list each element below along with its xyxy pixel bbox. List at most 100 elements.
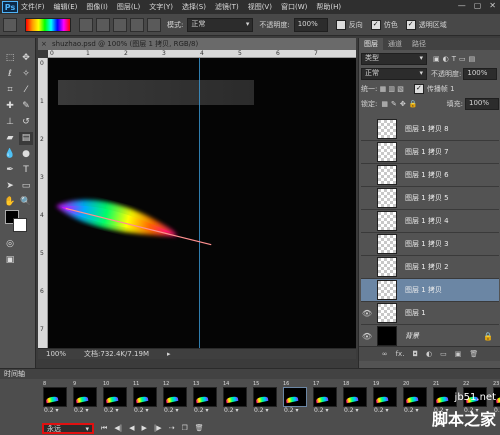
frame-delay[interactable]: 0.2 ▾ bbox=[224, 407, 238, 414]
timeline-frame[interactable]: 19 0.2 ▾ bbox=[372, 381, 397, 415]
pen-tool-icon[interactable]: ✒ bbox=[3, 164, 17, 177]
frame-delay[interactable]: 0.2 ▾ bbox=[404, 407, 418, 414]
loop-select[interactable]: 永远 ▾ bbox=[42, 422, 94, 434]
quick-mask-icon[interactable]: ◎ bbox=[3, 238, 17, 251]
zoom-level[interactable]: 100% bbox=[46, 349, 66, 359]
timeline-frame[interactable]: 16 0.2 ▾ bbox=[282, 381, 307, 415]
blend-mode-select[interactable]: 正常 ▾ bbox=[361, 68, 427, 80]
lock-icons[interactable]: ▦✎✥🔒 bbox=[381, 100, 420, 108]
duplicate-frame-icon[interactable]: ❐ bbox=[181, 424, 187, 432]
timeline-frame[interactable]: 20 0.2 ▾ bbox=[402, 381, 427, 415]
screen-mode-icon[interactable]: ▣ bbox=[3, 254, 17, 267]
tab-paths[interactable]: 路径 bbox=[407, 38, 431, 50]
frame-delay[interactable]: 0.2 ▾ bbox=[284, 407, 298, 414]
menu-select[interactable]: 选择(S) bbox=[182, 2, 206, 12]
first-frame-icon[interactable]: ⏮ bbox=[101, 424, 107, 433]
crop-tool-icon[interactable]: ⌗ bbox=[3, 84, 17, 97]
type-tool-icon[interactable]: T bbox=[19, 164, 33, 177]
ruler-horizontal[interactable]: 0 1 2 3 4 5 6 7 bbox=[48, 50, 356, 58]
minimize-button[interactable]: — bbox=[458, 1, 466, 10]
marquee-tool-icon[interactable]: ⬚ bbox=[3, 52, 17, 65]
add-mask-icon[interactable]: ◘ bbox=[412, 350, 418, 358]
menu-file[interactable]: 文件(F) bbox=[21, 2, 45, 12]
layer-row-background[interactable]: 👁 背景 🔒 bbox=[361, 325, 499, 348]
frame-delay[interactable]: 0.2 ▾ bbox=[104, 407, 118, 414]
layer-style-icon[interactable]: fx. bbox=[396, 350, 405, 358]
blur-tool-icon[interactable]: 💧 bbox=[3, 148, 17, 161]
radial-gradient-button[interactable] bbox=[96, 17, 110, 32]
ruler-vertical[interactable]: 0 1 2 3 4 5 6 7 bbox=[38, 58, 48, 348]
maximize-button[interactable]: ▢ bbox=[474, 1, 482, 10]
delete-frame-icon[interactable]: 🗑 bbox=[195, 424, 204, 432]
layer-row[interactable]: 图层 1 拷贝 7 bbox=[361, 141, 499, 164]
frame-delay[interactable]: 0.2 ▾ bbox=[134, 407, 148, 414]
document-tab[interactable]: × shuzhao.psd @ 100% (图层 1 拷贝, RGB/8) bbox=[38, 38, 356, 50]
layer-row[interactable]: 图层 1 拷贝 6 bbox=[361, 164, 499, 187]
brush-tool-icon[interactable]: ✎ bbox=[19, 100, 33, 113]
move-tool-icon[interactable]: ✥ bbox=[19, 52, 33, 65]
frame-delay[interactable]: 0.2 ▾ bbox=[344, 407, 358, 414]
frame-delay[interactable]: 0.2 ▾ bbox=[44, 407, 58, 414]
play-reverse-icon[interactable]: ◀ bbox=[129, 424, 134, 432]
frame-delay[interactable]: 0.2 ▾ bbox=[164, 407, 178, 414]
hand-tool-icon[interactable]: ✋ bbox=[3, 196, 17, 209]
magic-wand-tool-icon[interactable]: ✧ bbox=[19, 68, 33, 81]
transparency-checkbox[interactable]: ✓ bbox=[405, 19, 416, 30]
filter-icons[interactable]: ▣◐T▭▤ bbox=[433, 55, 478, 63]
healing-brush-tool-icon[interactable]: ✚ bbox=[3, 100, 17, 113]
menu-filter[interactable]: 滤镜(T) bbox=[215, 2, 239, 12]
linear-gradient-button[interactable] bbox=[79, 17, 93, 32]
layer-opacity-field[interactable]: 100% bbox=[463, 68, 498, 80]
menu-layer[interactable]: 图层(L) bbox=[117, 2, 140, 12]
eyedropper-tool-icon[interactable]: ⁄ bbox=[19, 84, 33, 97]
rectangle-tool-icon[interactable]: ▭ bbox=[19, 180, 33, 193]
frame-delay[interactable]: 0.2 ▾ bbox=[254, 407, 268, 414]
opacity-field[interactable]: 100% bbox=[293, 17, 328, 32]
timeline-frame[interactable]: 17 0.2 ▾ bbox=[312, 381, 337, 415]
visibility-eye-icon[interactable]: 👁 bbox=[361, 332, 373, 341]
close-tab-icon[interactable]: × bbox=[41, 38, 47, 50]
layer-row[interactable]: 图层 1 拷贝 2 bbox=[361, 256, 499, 279]
next-frame-icon[interactable]: |▶ bbox=[154, 424, 162, 432]
angle-gradient-button[interactable] bbox=[113, 17, 127, 32]
frame-delay[interactable]: 0.2 ▾ bbox=[194, 407, 208, 414]
clone-stamp-tool-icon[interactable]: ⊥ bbox=[3, 116, 17, 129]
menu-help[interactable]: 帮助(H) bbox=[316, 2, 341, 12]
timeline-frame[interactable]: 14 0.2 ▾ bbox=[222, 381, 247, 415]
timeline-frame[interactable]: 13 0.2 ▾ bbox=[192, 381, 217, 415]
layer-row[interactable]: 图层 1 拷贝 4 bbox=[361, 210, 499, 233]
timeline-title[interactable]: 时间轴 bbox=[0, 369, 500, 379]
unify-icons[interactable]: 统一: ▦ ▥ ▧ bbox=[361, 84, 404, 94]
adjustment-layer-icon[interactable]: ◐ bbox=[426, 350, 432, 358]
layer-row[interactable]: 图层 1 拷贝 3 bbox=[361, 233, 499, 256]
menu-edit[interactable]: 编辑(E) bbox=[54, 2, 78, 12]
play-icon[interactable]: ▶ bbox=[141, 424, 146, 432]
timeline-frame[interactable]: 9 0.2 ▾ bbox=[72, 381, 97, 415]
visibility-eye-icon[interactable]: 👁 bbox=[361, 309, 373, 318]
menu-window[interactable]: 窗口(W) bbox=[281, 2, 307, 12]
timeline-frame[interactable]: 11 0.2 ▾ bbox=[132, 381, 157, 415]
layer-row[interactable]: 图层 1 拷贝 8 bbox=[361, 118, 499, 141]
trash-icon[interactable]: 🗑 bbox=[469, 350, 478, 358]
link-layers-icon[interactable]: ∞ bbox=[382, 350, 388, 358]
close-button[interactable]: ✕ bbox=[489, 1, 496, 10]
group-icon[interactable]: ▭ bbox=[440, 350, 447, 358]
tween-icon[interactable]: ⇢ bbox=[169, 424, 175, 432]
eraser-tool-icon[interactable]: ▰ bbox=[3, 132, 17, 145]
diamond-gradient-button[interactable] bbox=[147, 17, 161, 32]
layer-row[interactable]: 图层 1 拷贝 5 bbox=[361, 187, 499, 210]
timeline-frame[interactable]: 8 0.2 ▾ bbox=[42, 381, 67, 415]
menu-view[interactable]: 视图(V) bbox=[248, 2, 272, 12]
propagate-checkbox[interactable]: ✓ bbox=[413, 84, 424, 94]
reflected-gradient-button[interactable] bbox=[130, 17, 144, 32]
tab-channels[interactable]: 通道 bbox=[383, 38, 407, 50]
mode-select[interactable]: 正常 ▾ bbox=[187, 17, 254, 32]
layer-filter-select[interactable]: 类型 ▾ bbox=[361, 53, 427, 65]
lasso-tool-icon[interactable]: ℓ bbox=[3, 68, 17, 81]
dodge-tool-icon[interactable]: ● bbox=[19, 148, 33, 161]
fill-field[interactable]: 100% bbox=[465, 98, 499, 110]
layer-row[interactable]: 👁 图层 1 bbox=[361, 302, 499, 325]
timeline-frame[interactable]: 12 0.2 ▾ bbox=[162, 381, 187, 415]
history-brush-tool-icon[interactable]: ↺ bbox=[19, 116, 33, 129]
tab-layers[interactable]: 图层 bbox=[359, 38, 383, 50]
